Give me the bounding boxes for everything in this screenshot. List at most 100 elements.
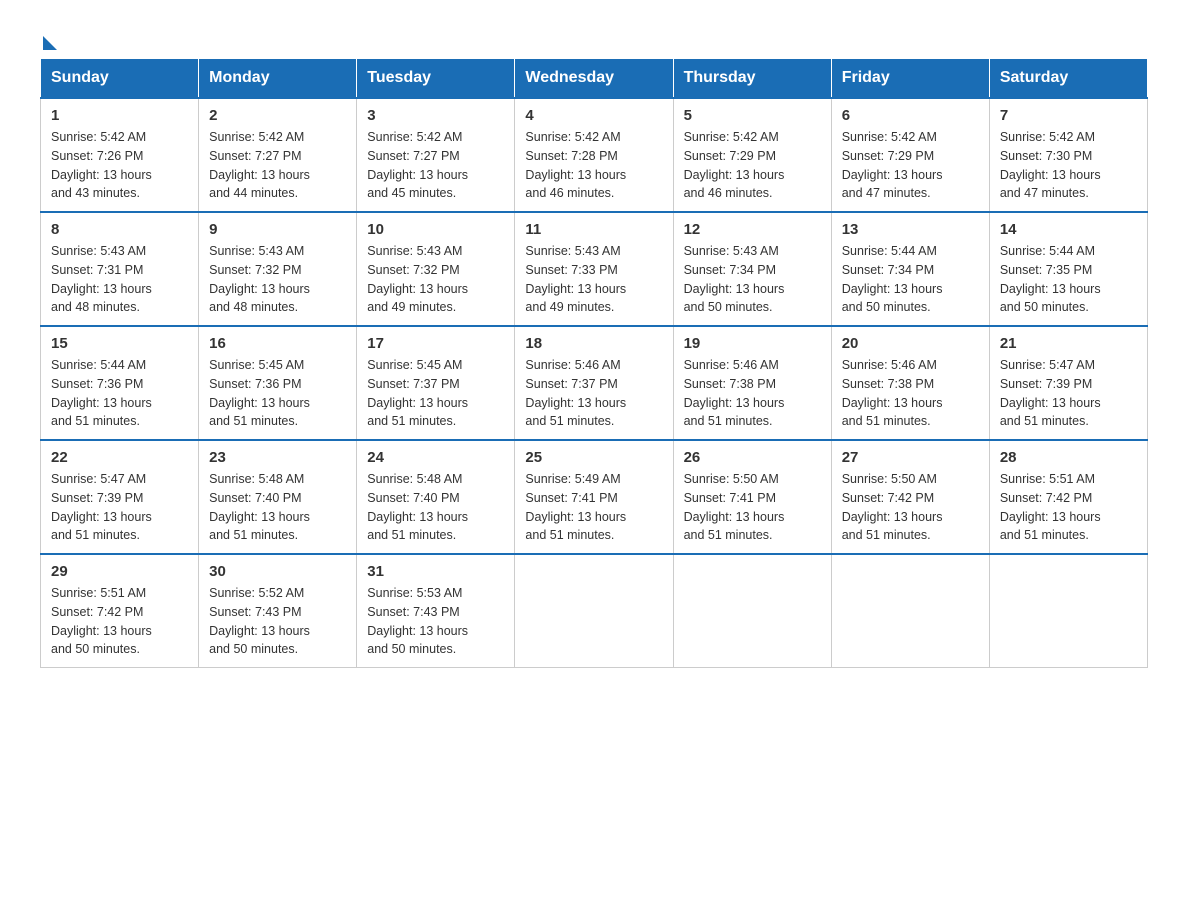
day-info: Sunrise: 5:42 AMSunset: 7:29 PMDaylight:… bbox=[842, 128, 979, 203]
calendar-cell: 18 Sunrise: 5:46 AMSunset: 7:37 PMDaylig… bbox=[515, 326, 673, 440]
day-number: 30 bbox=[209, 563, 346, 580]
header-day-tuesday: Tuesday bbox=[357, 59, 515, 99]
day-number: 26 bbox=[684, 449, 821, 466]
day-number: 20 bbox=[842, 335, 979, 352]
day-number: 9 bbox=[209, 221, 346, 238]
day-number: 3 bbox=[367, 107, 504, 124]
calendar-cell: 7 Sunrise: 5:42 AMSunset: 7:30 PMDayligh… bbox=[989, 98, 1147, 212]
calendar-cell bbox=[989, 554, 1147, 668]
calendar-body: 1 Sunrise: 5:42 AMSunset: 7:26 PMDayligh… bbox=[41, 98, 1148, 668]
calendar-cell bbox=[515, 554, 673, 668]
calendar-cell: 1 Sunrise: 5:42 AMSunset: 7:26 PMDayligh… bbox=[41, 98, 199, 212]
day-info: Sunrise: 5:43 AMSunset: 7:31 PMDaylight:… bbox=[51, 242, 188, 317]
page-header bbox=[40, 30, 1148, 46]
calendar-week-4: 22 Sunrise: 5:47 AMSunset: 7:39 PMDaylig… bbox=[41, 440, 1148, 554]
header-day-monday: Monday bbox=[199, 59, 357, 99]
day-number: 31 bbox=[367, 563, 504, 580]
calendar-cell: 15 Sunrise: 5:44 AMSunset: 7:36 PMDaylig… bbox=[41, 326, 199, 440]
calendar-cell: 11 Sunrise: 5:43 AMSunset: 7:33 PMDaylig… bbox=[515, 212, 673, 326]
day-info: Sunrise: 5:47 AMSunset: 7:39 PMDaylight:… bbox=[1000, 356, 1137, 431]
day-number: 16 bbox=[209, 335, 346, 352]
day-number: 5 bbox=[684, 107, 821, 124]
calendar-cell: 10 Sunrise: 5:43 AMSunset: 7:32 PMDaylig… bbox=[357, 212, 515, 326]
day-info: Sunrise: 5:43 AMSunset: 7:32 PMDaylight:… bbox=[209, 242, 346, 317]
day-info: Sunrise: 5:48 AMSunset: 7:40 PMDaylight:… bbox=[209, 470, 346, 545]
day-info: Sunrise: 5:42 AMSunset: 7:28 PMDaylight:… bbox=[525, 128, 662, 203]
day-number: 23 bbox=[209, 449, 346, 466]
calendar-cell: 30 Sunrise: 5:52 AMSunset: 7:43 PMDaylig… bbox=[199, 554, 357, 668]
day-number: 2 bbox=[209, 107, 346, 124]
day-info: Sunrise: 5:51 AMSunset: 7:42 PMDaylight:… bbox=[1000, 470, 1137, 545]
day-number: 21 bbox=[1000, 335, 1137, 352]
calendar-cell: 31 Sunrise: 5:53 AMSunset: 7:43 PMDaylig… bbox=[357, 554, 515, 668]
day-number: 7 bbox=[1000, 107, 1137, 124]
day-number: 4 bbox=[525, 107, 662, 124]
calendar-cell: 6 Sunrise: 5:42 AMSunset: 7:29 PMDayligh… bbox=[831, 98, 989, 212]
day-info: Sunrise: 5:47 AMSunset: 7:39 PMDaylight:… bbox=[51, 470, 188, 545]
calendar-cell: 27 Sunrise: 5:50 AMSunset: 7:42 PMDaylig… bbox=[831, 440, 989, 554]
calendar-cell: 2 Sunrise: 5:42 AMSunset: 7:27 PMDayligh… bbox=[199, 98, 357, 212]
day-info: Sunrise: 5:44 AMSunset: 7:36 PMDaylight:… bbox=[51, 356, 188, 431]
day-number: 12 bbox=[684, 221, 821, 238]
calendar-header: SundayMondayTuesdayWednesdayThursdayFrid… bbox=[41, 59, 1148, 99]
calendar-cell: 25 Sunrise: 5:49 AMSunset: 7:41 PMDaylig… bbox=[515, 440, 673, 554]
day-info: Sunrise: 5:42 AMSunset: 7:30 PMDaylight:… bbox=[1000, 128, 1137, 203]
day-number: 25 bbox=[525, 449, 662, 466]
day-number: 22 bbox=[51, 449, 188, 466]
calendar-cell: 24 Sunrise: 5:48 AMSunset: 7:40 PMDaylig… bbox=[357, 440, 515, 554]
day-number: 29 bbox=[51, 563, 188, 580]
logo bbox=[40, 30, 57, 46]
calendar-cell bbox=[673, 554, 831, 668]
day-info: Sunrise: 5:52 AMSunset: 7:43 PMDaylight:… bbox=[209, 584, 346, 659]
day-number: 28 bbox=[1000, 449, 1137, 466]
calendar-cell: 19 Sunrise: 5:46 AMSunset: 7:38 PMDaylig… bbox=[673, 326, 831, 440]
day-info: Sunrise: 5:42 AMSunset: 7:27 PMDaylight:… bbox=[367, 128, 504, 203]
day-number: 10 bbox=[367, 221, 504, 238]
calendar-cell: 16 Sunrise: 5:45 AMSunset: 7:36 PMDaylig… bbox=[199, 326, 357, 440]
day-number: 19 bbox=[684, 335, 821, 352]
day-info: Sunrise: 5:45 AMSunset: 7:36 PMDaylight:… bbox=[209, 356, 346, 431]
day-number: 14 bbox=[1000, 221, 1137, 238]
day-info: Sunrise: 5:50 AMSunset: 7:42 PMDaylight:… bbox=[842, 470, 979, 545]
logo-arrow-icon bbox=[43, 36, 57, 50]
day-info: Sunrise: 5:46 AMSunset: 7:38 PMDaylight:… bbox=[842, 356, 979, 431]
day-number: 11 bbox=[525, 221, 662, 238]
day-number: 8 bbox=[51, 221, 188, 238]
day-info: Sunrise: 5:43 AMSunset: 7:34 PMDaylight:… bbox=[684, 242, 821, 317]
header-day-friday: Friday bbox=[831, 59, 989, 99]
calendar-cell: 13 Sunrise: 5:44 AMSunset: 7:34 PMDaylig… bbox=[831, 212, 989, 326]
calendar-cell: 12 Sunrise: 5:43 AMSunset: 7:34 PMDaylig… bbox=[673, 212, 831, 326]
calendar-cell: 9 Sunrise: 5:43 AMSunset: 7:32 PMDayligh… bbox=[199, 212, 357, 326]
calendar-cell: 21 Sunrise: 5:47 AMSunset: 7:39 PMDaylig… bbox=[989, 326, 1147, 440]
day-number: 18 bbox=[525, 335, 662, 352]
day-info: Sunrise: 5:43 AMSunset: 7:33 PMDaylight:… bbox=[525, 242, 662, 317]
day-info: Sunrise: 5:43 AMSunset: 7:32 PMDaylight:… bbox=[367, 242, 504, 317]
calendar-cell: 3 Sunrise: 5:42 AMSunset: 7:27 PMDayligh… bbox=[357, 98, 515, 212]
header-day-wednesday: Wednesday bbox=[515, 59, 673, 99]
day-info: Sunrise: 5:42 AMSunset: 7:29 PMDaylight:… bbox=[684, 128, 821, 203]
calendar-week-3: 15 Sunrise: 5:44 AMSunset: 7:36 PMDaylig… bbox=[41, 326, 1148, 440]
calendar-cell: 14 Sunrise: 5:44 AMSunset: 7:35 PMDaylig… bbox=[989, 212, 1147, 326]
day-number: 1 bbox=[51, 107, 188, 124]
day-info: Sunrise: 5:45 AMSunset: 7:37 PMDaylight:… bbox=[367, 356, 504, 431]
day-number: 17 bbox=[367, 335, 504, 352]
day-info: Sunrise: 5:46 AMSunset: 7:37 PMDaylight:… bbox=[525, 356, 662, 431]
day-info: Sunrise: 5:48 AMSunset: 7:40 PMDaylight:… bbox=[367, 470, 504, 545]
calendar-week-5: 29 Sunrise: 5:51 AMSunset: 7:42 PMDaylig… bbox=[41, 554, 1148, 668]
calendar-table: SundayMondayTuesdayWednesdayThursdayFrid… bbox=[40, 58, 1148, 668]
day-info: Sunrise: 5:44 AMSunset: 7:35 PMDaylight:… bbox=[1000, 242, 1137, 317]
calendar-cell: 4 Sunrise: 5:42 AMSunset: 7:28 PMDayligh… bbox=[515, 98, 673, 212]
day-info: Sunrise: 5:42 AMSunset: 7:26 PMDaylight:… bbox=[51, 128, 188, 203]
day-info: Sunrise: 5:42 AMSunset: 7:27 PMDaylight:… bbox=[209, 128, 346, 203]
calendar-cell: 29 Sunrise: 5:51 AMSunset: 7:42 PMDaylig… bbox=[41, 554, 199, 668]
header-day-saturday: Saturday bbox=[989, 59, 1147, 99]
day-info: Sunrise: 5:53 AMSunset: 7:43 PMDaylight:… bbox=[367, 584, 504, 659]
calendar-cell: 8 Sunrise: 5:43 AMSunset: 7:31 PMDayligh… bbox=[41, 212, 199, 326]
calendar-week-2: 8 Sunrise: 5:43 AMSunset: 7:31 PMDayligh… bbox=[41, 212, 1148, 326]
day-number: 24 bbox=[367, 449, 504, 466]
calendar-cell bbox=[831, 554, 989, 668]
calendar-cell: 26 Sunrise: 5:50 AMSunset: 7:41 PMDaylig… bbox=[673, 440, 831, 554]
day-number: 15 bbox=[51, 335, 188, 352]
day-info: Sunrise: 5:44 AMSunset: 7:34 PMDaylight:… bbox=[842, 242, 979, 317]
calendar-cell: 20 Sunrise: 5:46 AMSunset: 7:38 PMDaylig… bbox=[831, 326, 989, 440]
